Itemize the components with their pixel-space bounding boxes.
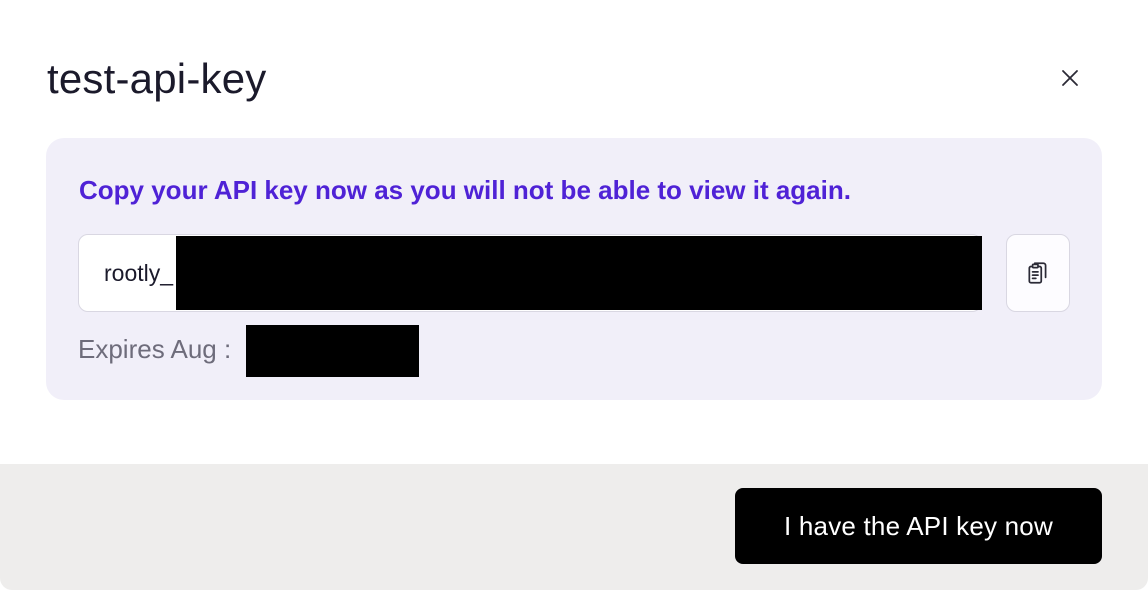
confirm-have-key-button[interactable]: I have the API key now xyxy=(735,488,1102,564)
api-key-value[interactable]: rootly_ xyxy=(104,259,173,287)
close-icon xyxy=(1062,70,1078,86)
api-key-notice-panel: Copy your API key now as you will not be… xyxy=(46,138,1102,400)
dialog-title: test-api-key xyxy=(47,55,267,102)
api-key-field[interactable]: rootly_ xyxy=(78,234,982,312)
close-button[interactable] xyxy=(1050,58,1090,98)
api-key-dialog: test-api-key Copy your API key now as yo… xyxy=(0,0,1148,590)
expiry-text: Expires Aug : xyxy=(78,334,232,364)
clipboard-copy-icon xyxy=(1028,262,1047,284)
redacted-date-block xyxy=(246,325,419,377)
copy-warning-text: Copy your API key now as you will not be… xyxy=(79,175,851,205)
redacted-key-block xyxy=(176,236,982,310)
copy-key-button[interactable] xyxy=(1006,234,1070,312)
dialog-footer: I have the API key now xyxy=(0,464,1148,590)
